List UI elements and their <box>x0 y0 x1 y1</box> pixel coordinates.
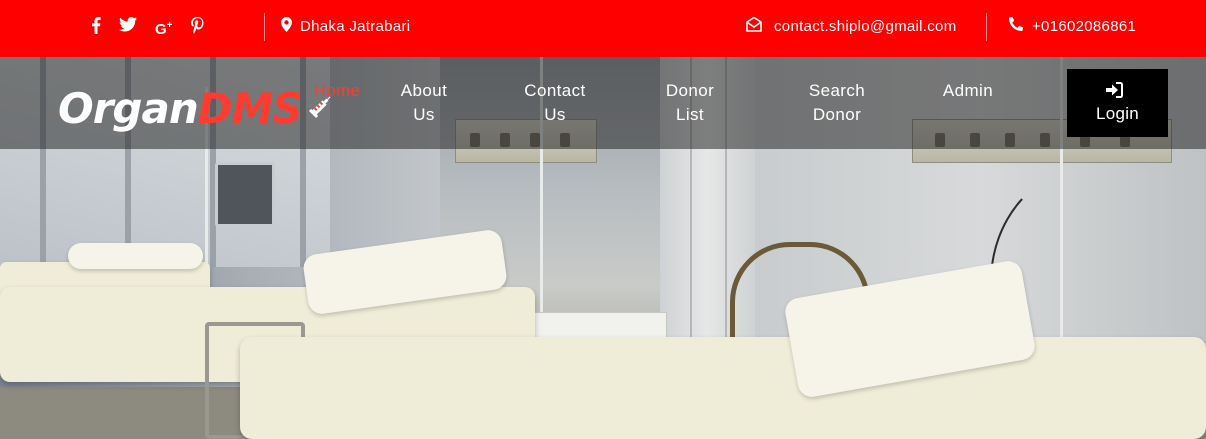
email-info[interactable]: contact.shiplo@gmail.com <box>746 16 957 36</box>
twitter-icon[interactable] <box>119 17 137 39</box>
social-links: G+ <box>91 17 222 39</box>
phone-info[interactable]: +01602086861 <box>1009 16 1136 35</box>
login-label: Login <box>1095 104 1140 123</box>
map-marker-icon <box>281 17 292 36</box>
top-contact-bar: G+ Dhaka Jatrabari contact.shiplo@gmail.… <box>0 0 1206 57</box>
phone-icon <box>1009 16 1024 35</box>
facebook-icon[interactable] <box>91 17 101 39</box>
nav-item-home[interactable]: Home <box>313 79 361 103</box>
nav-item-search-donor[interactable]: Search Donor <box>800 79 874 127</box>
nav-item-about-us[interactable]: About Us <box>394 79 454 127</box>
pinterest-icon[interactable] <box>190 17 204 39</box>
email-text[interactable]: contact.shiplo@gmail.com <box>774 18 957 35</box>
location-text: Dhaka Jatrabari <box>300 18 411 35</box>
nav-item-donor-list[interactable]: Donor List <box>655 79 725 127</box>
phone-text[interactable]: +01602086861 <box>1032 18 1136 35</box>
nav-item-contact-us[interactable]: Contact Us <box>515 79 595 127</box>
login-button[interactable]: Login <box>1067 69 1168 137</box>
divider <box>264 13 265 41</box>
sign-in-icon <box>1105 82 1123 103</box>
divider <box>986 13 987 41</box>
nav-item-admin[interactable]: Admin <box>936 79 1000 103</box>
main-nav: Home About Us Contact Us Donor List Sear… <box>0 79 1206 139</box>
google-plus-icon[interactable]: G+ <box>155 17 173 39</box>
location-info: Dhaka Jatrabari <box>281 17 410 36</box>
envelope-open-icon <box>746 16 762 36</box>
